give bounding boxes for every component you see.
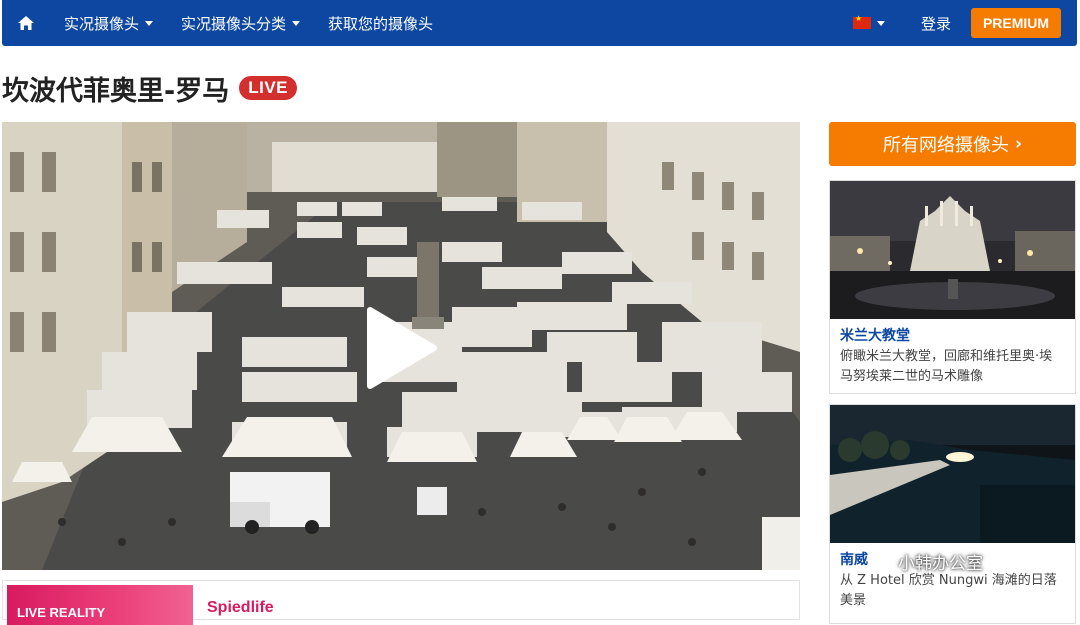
sidebar-webcam-card-nungwi[interactable]: 南威 从 Z Hotel 欣赏 Nungwi 海滩的日落美景 bbox=[829, 404, 1076, 624]
play-button[interactable] bbox=[366, 306, 438, 390]
related-webcam-title[interactable]: Spiedlife bbox=[207, 599, 274, 617]
nav-get-your-cam[interactable]: 获取您的摄像头 bbox=[314, 0, 447, 46]
top-navbar: 实况摄像头 实况摄像头分类 获取您的摄像头 登录 PREMIUM bbox=[2, 0, 1077, 46]
title-row: 坎波代菲奥里-罗马 LIVE bbox=[2, 68, 298, 108]
login-link[interactable]: 登录 bbox=[899, 13, 971, 34]
wechat-icon bbox=[868, 552, 893, 570]
language-selector[interactable] bbox=[839, 0, 899, 46]
live-badge: LIVE bbox=[239, 76, 298, 100]
nav-live-cams[interactable]: 实况摄像头 bbox=[50, 0, 167, 46]
chevron-right-icon: › bbox=[1014, 134, 1022, 154]
milan-cathedral-thumbnail bbox=[830, 181, 1075, 319]
milan-card-description: 俯瞰米兰大教堂，回廊和维托里奥·埃马努埃莱二世的马术雕像 bbox=[840, 349, 1053, 384]
home-button[interactable] bbox=[2, 0, 50, 46]
home-icon bbox=[18, 16, 34, 30]
wechat-watermark: 小韩办公室 bbox=[868, 548, 983, 574]
nav-cam-categories[interactable]: 实况摄像头分类 bbox=[167, 0, 314, 46]
nav-live-cams-label: 实况摄像头 bbox=[64, 14, 140, 33]
caret-down-icon bbox=[292, 20, 301, 26]
related-webcam-card[interactable]: LIVE REALITY Spiedlife bbox=[2, 580, 800, 625]
premium-button[interactable]: PREMIUM bbox=[971, 8, 1061, 38]
webcam-player[interactable] bbox=[2, 122, 800, 570]
nungwi-beach-thumbnail bbox=[830, 405, 1075, 543]
nav-cam-categories-label: 实况摄像头分类 bbox=[181, 14, 287, 33]
watermark-text: 小韩办公室 bbox=[898, 553, 983, 574]
page-title: 坎波代菲奥里-罗马 bbox=[2, 75, 230, 107]
caret-down-icon bbox=[145, 20, 154, 26]
play-icon bbox=[367, 307, 437, 389]
milan-card-title[interactable]: 米兰大教堂 bbox=[830, 319, 1075, 347]
related-thumb-text: LIVE REALITY bbox=[17, 605, 106, 620]
nav-get-your-cam-label: 获取您的摄像头 bbox=[328, 14, 434, 33]
related-webcam-thumbnail: LIVE REALITY bbox=[7, 585, 193, 625]
sidebar-webcam-card-milan[interactable]: 米兰大教堂 俯瞰米兰大教堂，回廊和维托里奥·埃马努埃莱二世的马术雕像 bbox=[829, 180, 1076, 394]
nungwi-card-description: 从 Z Hotel 欣赏 Nungwi 海滩的日落美景 bbox=[840, 573, 1057, 608]
all-webcams-button[interactable]: 所有网络摄像头 › bbox=[829, 122, 1076, 166]
all-webcams-label: 所有网络摄像头 bbox=[882, 135, 1009, 156]
caret-down-icon bbox=[876, 20, 885, 26]
china-flag-icon bbox=[852, 14, 871, 29]
